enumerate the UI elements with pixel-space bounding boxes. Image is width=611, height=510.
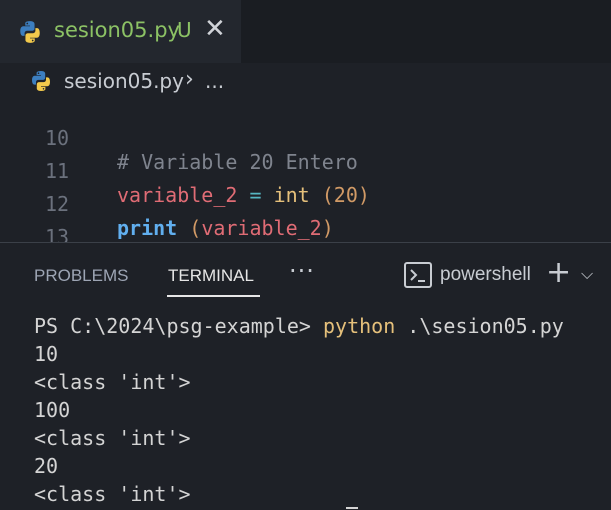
terminal-args: .\sesion05.py	[407, 314, 564, 338]
python-icon	[20, 21, 40, 43]
terminal-line: PS C:\2024\psg-example> python .\sesion0…	[34, 314, 564, 342]
tab-problems[interactable]: PROBLEMS	[34, 266, 128, 286]
code-line: 10 # Variable 20 Entero	[0, 102, 611, 174]
close-icon[interactable]: ✕	[204, 14, 226, 44]
terminal-shell-name[interactable]: powershell	[440, 264, 531, 286]
terminal-line: <class 'int'>	[34, 370, 191, 394]
terminal-line: 10	[34, 342, 59, 366]
breadcrumb: sesion05.py › ...	[0, 63, 611, 99]
active-tab-indicator	[167, 295, 260, 297]
tab-sesion05[interactable]: sesion05.py U ✕	[0, 0, 241, 63]
more-icon[interactable]: ···	[289, 257, 315, 285]
code-line: 13 print ( type (variable_2) )	[0, 201, 611, 242]
code-editor[interactable]: 10 # Variable 20 Entero 11 variable_2 = …	[0, 99, 611, 242]
terminal-line: <class 'int'>	[34, 426, 191, 450]
tab-terminal[interactable]: TERMINAL	[168, 266, 254, 286]
breadcrumb-file[interactable]: sesion05.py	[64, 69, 184, 93]
add-terminal-icon[interactable]: +	[546, 258, 571, 288]
terminal-line: <class 'int'>	[34, 482, 191, 506]
breadcrumb-more[interactable]: ...	[205, 69, 224, 93]
terminal-prompt: PS C:\2024\psg-example>	[34, 314, 311, 338]
panel-header: PROBLEMS TERMINAL ··· powershell + ⌵	[0, 243, 611, 300]
tab-title: sesion05.py	[54, 18, 180, 42]
terminal-line: 20	[34, 454, 59, 478]
chevron-right-icon: ›	[185, 67, 194, 92]
terminal-output[interactable]: PS C:\2024\psg-example> python .\sesion0…	[0, 310, 611, 509]
chevron-down-icon[interactable]: ⌵	[581, 264, 593, 284]
code-line: 14	[0, 234, 611, 242]
code-line: 11 variable_2 = int (20)	[0, 135, 611, 207]
terminal-line: 100	[34, 398, 71, 422]
terminal-icon[interactable]	[404, 262, 432, 288]
untracked-badge: U	[177, 18, 192, 42]
python-icon	[32, 71, 50, 91]
code-line: 12 print (variable_2)	[0, 168, 611, 240]
terminal-command: python	[323, 314, 396, 338]
editor-tab-bar: sesion05.py U ✕	[0, 0, 611, 63]
terminal-cursor	[346, 507, 358, 509]
